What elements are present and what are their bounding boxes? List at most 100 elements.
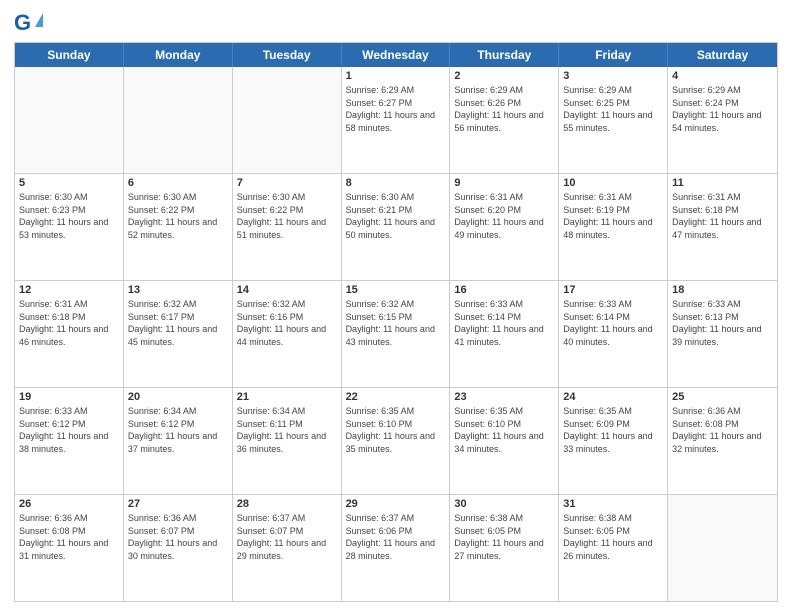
day-cell-29: 29Sunrise: 6:37 AM Sunset: 6:06 PM Dayli… (342, 495, 451, 601)
day-cell-7: 7 Sunrise: 6:30 AM Sunset: 6:22 PM Daylig… (233, 174, 342, 280)
day-number: 4 (672, 70, 773, 82)
day-number: 1 (346, 70, 446, 82)
day-info: Sunrise: 6:31 AM Sunset: 6:19 PM Dayligh… (563, 191, 663, 241)
weekday-header-tuesday: Tuesday (233, 43, 342, 67)
day-cell-23: 23 Sunrise: 6:35 AM Sunset: 6:10 PM Dayli… (450, 388, 559, 494)
day-info: Sunrise: 6:32 AM Sunset: 6:16 PM Dayligh… (237, 298, 337, 348)
day-number: 27 (128, 498, 228, 510)
day-cell-6: 6 Sunrise: 6:30 AM Sunset: 6:22 PM Daylig… (124, 174, 233, 280)
day-number: 31 (563, 498, 663, 510)
day-cell-3: 3 Sunrise: 6:29 AM Sunset: 6:25 PM Daylig… (559, 67, 668, 173)
day-info: Sunrise: 6:36 AM Sunset: 6:08 PM Dayligh… (672, 405, 773, 455)
day-info: Sunrise: 6:37 AM Sunset: 6:07 PM Dayligh… (237, 512, 337, 562)
day-info: Sunrise: 6:29 AM Sunset: 6:27 PM Dayligh… (346, 84, 446, 134)
day-number: 23 (454, 391, 554, 403)
day-number: 22 (346, 391, 446, 403)
day-number: 20 (128, 391, 228, 403)
calendar-row-3: 19Sunrise: 6:33 AM Sunset: 6:12 PM Dayli… (15, 388, 777, 495)
day-number: 2 (454, 70, 554, 82)
weekday-header-friday: Friday (559, 43, 668, 67)
weekday-header-sunday: Sunday (15, 43, 124, 67)
day-cell-14: 14 Sunrise: 6:32 AM Sunset: 6:16 PM Dayli… (233, 281, 342, 387)
day-info: Sunrise: 6:36 AM Sunset: 6:07 PM Dayligh… (128, 512, 228, 562)
day-cell-22: 22 Sunrise: 6:35 AM Sunset: 6:10 PM Dayli… (342, 388, 451, 494)
day-number: 13 (128, 284, 228, 296)
day-number: 30 (454, 498, 554, 510)
day-info: Sunrise: 6:36 AM Sunset: 6:08 PM Dayligh… (19, 512, 119, 562)
weekday-header-wednesday: Wednesday (342, 43, 451, 67)
logo-text-lines (32, 13, 43, 33)
logo-blue (32, 13, 43, 33)
day-cell-24: 24 Sunrise: 6:35 AM Sunset: 6:09 PM Dayli… (559, 388, 668, 494)
day-info: Sunrise: 6:29 AM Sunset: 6:26 PM Dayligh… (454, 84, 554, 134)
day-cell-28: 28 Sunrise: 6:37 AM Sunset: 6:07 PM Dayli… (233, 495, 342, 601)
day-info: Sunrise: 6:34 AM Sunset: 6:12 PM Dayligh… (128, 405, 228, 455)
day-cell-11: 11Sunrise: 6:31 AM Sunset: 6:18 PM Dayli… (668, 174, 777, 280)
day-info: Sunrise: 6:33 AM Sunset: 6:14 PM Dayligh… (454, 298, 554, 348)
day-cell-30: 30Sunrise: 6:38 AM Sunset: 6:05 PM Dayli… (450, 495, 559, 601)
day-info: Sunrise: 6:35 AM Sunset: 6:10 PM Dayligh… (454, 405, 554, 455)
day-cell-25: 25 Sunrise: 6:36 AM Sunset: 6:08 PM Dayli… (668, 388, 777, 494)
day-info: Sunrise: 6:31 AM Sunset: 6:18 PM Dayligh… (672, 191, 773, 241)
calendar-row-0: 1 Sunrise: 6:29 AM Sunset: 6:27 PM Daylig… (15, 67, 777, 174)
day-cell-empty-0-2 (233, 67, 342, 173)
day-number: 18 (672, 284, 773, 296)
day-cell-1: 1 Sunrise: 6:29 AM Sunset: 6:27 PM Daylig… (342, 67, 451, 173)
day-cell-19: 19Sunrise: 6:33 AM Sunset: 6:12 PM Dayli… (15, 388, 124, 494)
day-cell-8: 8Sunrise: 6:30 AM Sunset: 6:21 PM Daylig… (342, 174, 451, 280)
day-cell-2: 2 Sunrise: 6:29 AM Sunset: 6:26 PM Daylig… (450, 67, 559, 173)
day-info: Sunrise: 6:34 AM Sunset: 6:11 PM Dayligh… (237, 405, 337, 455)
calendar-row-1: 5Sunrise: 6:30 AM Sunset: 6:23 PM Daylig… (15, 174, 777, 281)
day-number: 10 (563, 177, 663, 189)
day-cell-15: 15Sunrise: 6:32 AM Sunset: 6:15 PM Dayli… (342, 281, 451, 387)
day-number: 24 (563, 391, 663, 403)
day-number: 29 (346, 498, 446, 510)
day-info: Sunrise: 6:33 AM Sunset: 6:12 PM Dayligh… (19, 405, 119, 455)
day-cell-31: 31Sunrise: 6:38 AM Sunset: 6:05 PM Dayli… (559, 495, 668, 601)
day-number: 7 (237, 177, 337, 189)
day-number: 28 (237, 498, 337, 510)
day-number: 15 (346, 284, 446, 296)
day-cell-4: 4 Sunrise: 6:29 AM Sunset: 6:24 PM Daylig… (668, 67, 777, 173)
calendar: SundayMondayTuesdayWednesdayThursdayFrid… (14, 42, 778, 602)
day-info: Sunrise: 6:31 AM Sunset: 6:20 PM Dayligh… (454, 191, 554, 241)
day-number: 6 (128, 177, 228, 189)
day-cell-10: 10 Sunrise: 6:31 AM Sunset: 6:19 PM Dayli… (559, 174, 668, 280)
day-info: Sunrise: 6:30 AM Sunset: 6:22 PM Dayligh… (128, 191, 228, 241)
day-info: Sunrise: 6:31 AM Sunset: 6:18 PM Dayligh… (19, 298, 119, 348)
day-info: Sunrise: 6:33 AM Sunset: 6:14 PM Dayligh… (563, 298, 663, 348)
day-info: Sunrise: 6:29 AM Sunset: 6:25 PM Dayligh… (563, 84, 663, 134)
page: G SundayMondayTuesdayWednesdayThursdayFr… (0, 0, 792, 612)
logo-triangle-icon (35, 13, 43, 27)
day-number: 21 (237, 391, 337, 403)
day-info: Sunrise: 6:35 AM Sunset: 6:09 PM Dayligh… (563, 405, 663, 455)
logo: G (14, 10, 43, 36)
day-cell-17: 17 Sunrise: 6:33 AM Sunset: 6:14 PM Dayli… (559, 281, 668, 387)
day-cell-9: 9Sunrise: 6:31 AM Sunset: 6:20 PM Daylig… (450, 174, 559, 280)
day-number: 12 (19, 284, 119, 296)
day-info: Sunrise: 6:29 AM Sunset: 6:24 PM Dayligh… (672, 84, 773, 134)
calendar-body: 1 Sunrise: 6:29 AM Sunset: 6:27 PM Daylig… (15, 67, 777, 601)
day-cell-empty-0-0 (15, 67, 124, 173)
day-number: 14 (237, 284, 337, 296)
day-info: Sunrise: 6:30 AM Sunset: 6:23 PM Dayligh… (19, 191, 119, 241)
logo-letter-g: G (14, 10, 31, 36)
day-info: Sunrise: 6:30 AM Sunset: 6:22 PM Dayligh… (237, 191, 337, 241)
day-number: 25 (672, 391, 773, 403)
day-info: Sunrise: 6:32 AM Sunset: 6:17 PM Dayligh… (128, 298, 228, 348)
day-cell-empty-4-6 (668, 495, 777, 601)
day-number: 3 (563, 70, 663, 82)
day-info: Sunrise: 6:35 AM Sunset: 6:10 PM Dayligh… (346, 405, 446, 455)
header: G (14, 10, 778, 36)
weekday-header-saturday: Saturday (668, 43, 777, 67)
day-number: 17 (563, 284, 663, 296)
calendar-row-4: 26Sunrise: 6:36 AM Sunset: 6:08 PM Dayli… (15, 495, 777, 601)
day-info: Sunrise: 6:33 AM Sunset: 6:13 PM Dayligh… (672, 298, 773, 348)
calendar-header: SundayMondayTuesdayWednesdayThursdayFrid… (15, 43, 777, 67)
day-number: 16 (454, 284, 554, 296)
calendar-row-2: 12 Sunrise: 6:31 AM Sunset: 6:18 PM Dayli… (15, 281, 777, 388)
day-cell-21: 21 Sunrise: 6:34 AM Sunset: 6:11 PM Dayli… (233, 388, 342, 494)
day-cell-5: 5Sunrise: 6:30 AM Sunset: 6:23 PM Daylig… (15, 174, 124, 280)
day-cell-26: 26Sunrise: 6:36 AM Sunset: 6:08 PM Dayli… (15, 495, 124, 601)
weekday-header-monday: Monday (124, 43, 233, 67)
